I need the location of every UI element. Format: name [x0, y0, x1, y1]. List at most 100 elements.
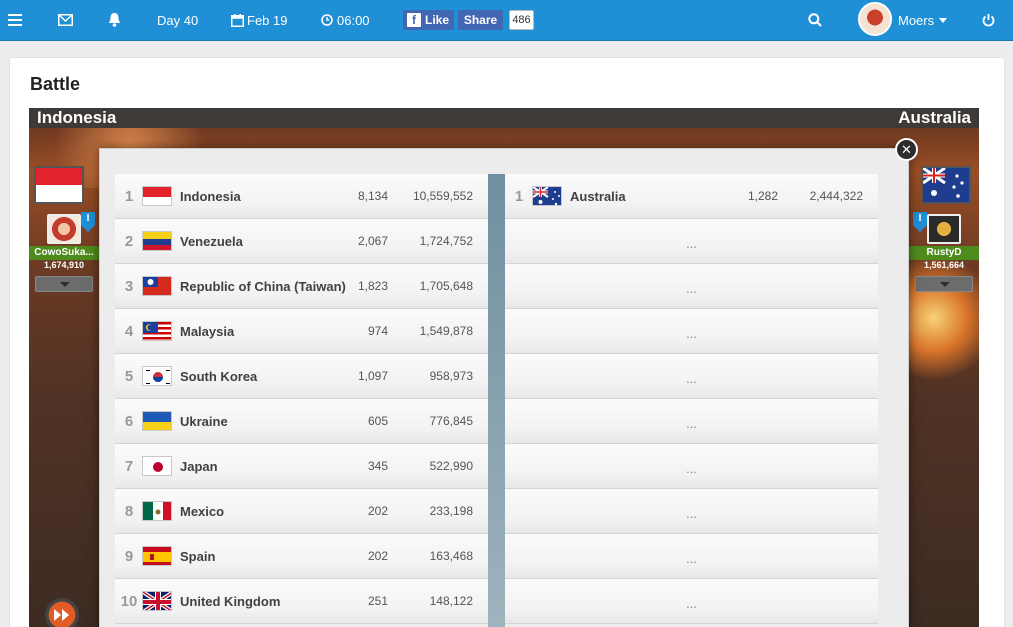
attacker-country-ranking: 1 Indonesia 8,134 10,559,552 2 Venezuela 2,067… [115, 174, 488, 624]
defender-dropdown-button[interactable] [915, 276, 973, 292]
country-name[interactable]: South Korea [180, 354, 257, 399]
fighter-count: 1,097 [357, 369, 388, 383]
empty-ranking-row: ... [505, 579, 878, 624]
calendar-icon [231, 13, 244, 27]
rank-number: 8 [124, 503, 134, 520]
ranking-row[interactable]: 2 Venezuela 2,067 1,724,752 [115, 219, 488, 264]
empty-ranking-row: ... [505, 309, 878, 354]
rank-number: 6 [124, 413, 134, 430]
rank-number: 9 [124, 548, 134, 565]
ranking-row[interactable]: 1 Australia 1,282 2,444,322 [505, 174, 878, 219]
defender-top-player-name[interactable]: RustyD [909, 246, 979, 260]
country-name[interactable]: Ukraine [180, 399, 228, 444]
facebook-icon: f [407, 13, 421, 27]
empty-ranking-row: ... [505, 444, 878, 489]
ranking-row[interactable]: 8 Mexico 202 233,198 [115, 489, 488, 534]
search-icon[interactable] [808, 0, 822, 40]
empty-ranking-row: ... [505, 354, 878, 399]
fighter-count: 251 [367, 594, 388, 608]
placeholder-dots: ... [686, 551, 697, 566]
country-name[interactable]: United Kingdom [180, 579, 280, 624]
attacker-rank-badge: I [81, 212, 95, 232]
ranking-row[interactable]: 3 Republic of China (Taiwan) 1,823 1,705,64… [115, 264, 488, 309]
country-name[interactable]: Republic of China (Taiwan) [180, 264, 346, 309]
mail-icon[interactable] [58, 0, 73, 40]
menu-icon[interactable] [8, 0, 22, 40]
bell-icon[interactable] [108, 0, 121, 40]
ranking-row[interactable]: 6 Ukraine 605 776,845 [115, 399, 488, 444]
venezuela-flag [142, 231, 172, 251]
taiwan-flag [142, 276, 172, 296]
attacker-name: Indonesia [37, 108, 117, 127]
rank-number: 10 [120, 593, 138, 610]
page-title: Battle [30, 74, 81, 94]
user-avatar[interactable] [858, 2, 892, 36]
country-name[interactable]: Spain [180, 534, 215, 579]
damage-total: 10,559,552 [412, 189, 473, 203]
damage-total: 958,973 [429, 369, 473, 383]
ranking-row[interactable]: 9 Spain 202 163,468 [115, 534, 488, 579]
empty-ranking-row: ... [505, 264, 878, 309]
date-display: Feb 19 [231, 0, 287, 40]
close-icon[interactable]: ✕ [895, 138, 918, 161]
facebook-like-button[interactable]: f Like [403, 10, 454, 30]
defender-top-player-avatar[interactable] [927, 214, 961, 244]
damage-total: 233,198 [429, 504, 473, 518]
damage-total: 1,549,878 [419, 324, 473, 338]
country-name[interactable]: Venezuela [180, 219, 243, 264]
attacker-top-player-name[interactable]: CowoSuka... [29, 246, 99, 260]
placeholder-dots: ... [686, 416, 697, 431]
placeholder-dots: ... [686, 281, 697, 296]
country-name[interactable]: Japan [180, 444, 218, 489]
attacker-top-player-avatar[interactable] [47, 214, 81, 244]
malaysia-flag [142, 321, 172, 341]
spain-flag [142, 546, 172, 566]
country-name[interactable]: Australia [570, 174, 626, 219]
mexico-flag [142, 501, 172, 521]
japan-flag [142, 456, 172, 476]
indonesia-flag [142, 186, 172, 206]
facebook-share-button[interactable]: Share [458, 10, 503, 30]
damage-total: 776,845 [429, 414, 473, 428]
date-text: Feb 19 [247, 12, 288, 28]
time-text: 06:00 [337, 12, 370, 28]
ranking-row[interactable]: 7 Japan 345 522,990 [115, 444, 488, 489]
defender-country-ranking: 1 Australia 1,282 2,444,322................… [505, 174, 878, 624]
user-menu[interactable]: Moers [898, 0, 948, 40]
day-counter: Day 40 [157, 12, 199, 28]
ranking-row[interactable]: 4 Malaysia 974 1,549,878 [115, 309, 488, 354]
placeholder-dots: ... [686, 326, 697, 341]
username: Moers [898, 12, 935, 28]
attacker-top-player-damage: 1,674,910 [43, 260, 85, 270]
damage-total: 163,468 [429, 549, 473, 563]
damage-total: 1,705,648 [419, 279, 473, 293]
country-name[interactable]: Mexico [180, 489, 224, 534]
defender-rank-badge: I [913, 212, 927, 232]
south-korea-flag [142, 366, 172, 386]
fighter-count: 202 [367, 504, 388, 518]
empty-ranking-row: ... [505, 219, 878, 264]
attacker-dropdown-button[interactable] [35, 276, 93, 292]
ranking-row[interactable]: 1 Indonesia 8,134 10,559,552 [115, 174, 488, 219]
ranking-row[interactable]: 10 United Kingdom 251 148,122 [115, 579, 488, 624]
empty-ranking-row: ... [505, 399, 878, 444]
rank-number: 1 [124, 188, 134, 205]
battle-header: Indonesia Australia [29, 108, 979, 128]
placeholder-dots: ... [686, 461, 697, 476]
fast-forward-icon[interactable] [45, 598, 79, 627]
placeholder-dots: ... [686, 596, 697, 611]
clock-icon [321, 14, 333, 26]
caret-down-icon [939, 17, 948, 23]
power-icon[interactable] [982, 0, 995, 40]
country-name[interactable]: Indonesia [180, 174, 241, 219]
fighter-count: 1,823 [357, 279, 388, 293]
country-name[interactable]: Malaysia [180, 309, 234, 354]
damage-total: 522,990 [429, 459, 473, 473]
ranking-row[interactable]: 5 South Korea 1,097 958,973 [115, 354, 488, 399]
rank-number: 2 [124, 233, 134, 250]
time-display: 06:00 [321, 0, 370, 40]
placeholder-dots: ... [686, 371, 697, 386]
rank-number: 1 [514, 188, 524, 205]
damage-total: 2,444,322 [809, 189, 863, 203]
defender-top-player-damage: 1,561,664 [923, 260, 965, 270]
